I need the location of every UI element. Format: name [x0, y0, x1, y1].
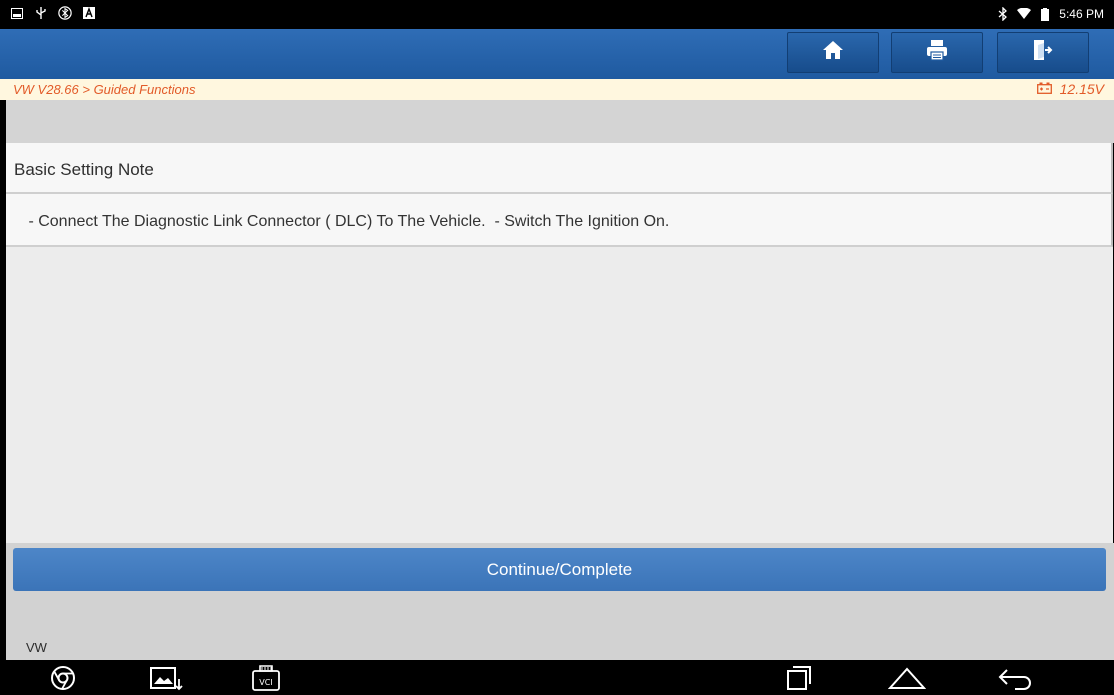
status-right: 5:46 PM — [996, 7, 1104, 21]
status-time: 5:46 PM — [1059, 7, 1104, 21]
image-icon — [10, 6, 24, 20]
home-icon — [822, 40, 844, 65]
recent-apps-icon[interactable] — [784, 664, 814, 692]
exit-icon — [1033, 39, 1053, 66]
vci-label: VCI — [259, 678, 272, 687]
bluetooth-icon — [996, 7, 1010, 21]
chrome-icon[interactable] — [48, 664, 78, 692]
vci-icon[interactable]: VCI — [250, 664, 282, 692]
car-battery-icon — [1036, 81, 1052, 97]
home-nav-icon[interactable] — [887, 664, 927, 692]
a-box-icon — [82, 6, 96, 20]
voltage-value: 12.15V — [1059, 81, 1104, 97]
note-title: Basic Setting Note — [14, 160, 154, 179]
usb-icon — [34, 6, 48, 20]
brand-label: VW — [26, 640, 47, 655]
continue-complete-button[interactable]: Continue/Complete — [13, 548, 1106, 591]
note-title-row: Basic Setting Note — [6, 143, 1113, 194]
wifi-icon — [1017, 7, 1032, 21]
breadcrumb: VW V28.66 > Guided Functions — [13, 82, 196, 97]
note-text-row: - Connect The Diagnostic Link Connector … — [6, 194, 1113, 247]
exit-button[interactable] — [997, 32, 1089, 73]
home-button[interactable] — [787, 32, 879, 73]
system-nav-bar: VCI — [0, 660, 1114, 695]
main-content: Basic Setting Note - Connect The Diagnos… — [6, 143, 1113, 543]
screenshot-icon[interactable] — [148, 664, 184, 692]
battery-icon — [1038, 7, 1052, 21]
back-icon[interactable] — [997, 664, 1033, 692]
print-icon — [926, 39, 948, 66]
bottom-panel: Continue/Complete VW — [6, 543, 1114, 660]
print-button[interactable] — [891, 32, 983, 73]
note-text: - Connect The Diagnostic Link Connector … — [24, 213, 670, 230]
breadcrumb-bar: VW V28.66 > Guided Functions 12.15V — [0, 79, 1114, 100]
status-left — [10, 6, 96, 20]
voltage-indicator: 12.15V — [1036, 81, 1104, 97]
bluetooth-circle-icon — [58, 6, 72, 20]
top-toolbar — [0, 29, 1114, 79]
status-bar: 5:46 PM — [0, 0, 1114, 29]
header-spacer — [6, 100, 1114, 143]
